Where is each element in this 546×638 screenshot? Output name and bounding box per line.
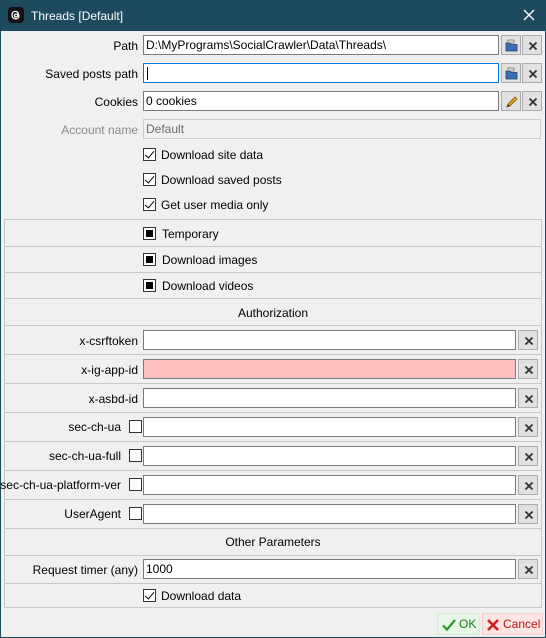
folder-browse-icon [505, 39, 518, 52]
clear-sec-ch-ua-platform-ver-button[interactable] [518, 475, 538, 495]
divider [4, 441, 542, 442]
download-data-checkbox[interactable] [143, 589, 156, 602]
user-agent-checkbox[interactable] [129, 507, 142, 520]
ok-label: OK [459, 617, 477, 631]
clear-sec-ch-ua-full-button[interactable] [518, 446, 538, 466]
clear-user-agent-button[interactable] [518, 504, 538, 524]
divider [4, 470, 542, 471]
clear-sec-ch-ua-button[interactable] [518, 417, 538, 437]
x-csrftoken-label: x-csrftoken [79, 334, 138, 348]
close-icon [524, 452, 534, 462]
clear-cookies-button[interactable] [522, 91, 542, 111]
download-videos-checkbox[interactable] [143, 279, 156, 292]
options-panel [4, 219, 542, 608]
clear-path-button[interactable] [522, 35, 542, 55]
sec-ch-ua-platform-ver-field[interactable] [143, 475, 516, 495]
close-icon [524, 394, 534, 404]
close-icon [528, 41, 538, 51]
text-caret [147, 67, 148, 81]
download-images-label: Download images [162, 253, 258, 267]
divider [4, 583, 542, 584]
pencil-icon [506, 96, 518, 108]
clear-x-ig-app-id-button[interactable] [518, 359, 538, 379]
checkmark-icon [442, 619, 456, 632]
close-icon [524, 365, 534, 375]
divider [4, 325, 542, 326]
close-icon [524, 510, 534, 520]
download-images-checkbox[interactable] [143, 253, 156, 266]
authorization-header: Authorization [237, 306, 309, 320]
path-label: Path [113, 39, 138, 53]
close-icon [524, 481, 534, 491]
window-title: Threads [Default] [31, 9, 124, 23]
threads-logo-icon [8, 7, 24, 23]
download-site-data-label: Download site data [161, 148, 264, 162]
account-name-label: Account name [61, 123, 138, 137]
request-timer-field[interactable]: 1000 [143, 559, 516, 579]
sec-ch-ua-platform-ver-label: sec-ch-ua-platform-ver [0, 478, 121, 492]
other-parameters-header: Other Parameters [225, 535, 321, 549]
cancel-label: Cancel [503, 617, 541, 631]
x-ig-app-id-field[interactable] [143, 359, 516, 379]
cancel-button[interactable]: Cancel [482, 613, 543, 635]
x-csrftoken-field[interactable] [143, 330, 516, 350]
download-videos-label: Download videos [162, 279, 254, 293]
divider [4, 354, 542, 355]
sec-ch-ua-full-label: sec-ch-ua-full [48, 449, 121, 463]
close-icon [528, 97, 538, 107]
sec-ch-ua-field[interactable] [143, 417, 516, 437]
sec-ch-ua-checkbox[interactable] [129, 420, 142, 433]
title-bar: Threads [Default] [0, 0, 546, 31]
clear-saved-posts-button[interactable] [522, 63, 542, 83]
cancel-x-icon [487, 619, 499, 631]
get-user-media-only-label: Get user media only [161, 198, 269, 212]
divider [4, 528, 542, 529]
temporary-checkbox[interactable] [143, 227, 156, 240]
divider [4, 272, 542, 273]
x-asbd-id-label: x-asbd-id [88, 392, 138, 406]
download-saved-posts-label: Download saved posts [161, 173, 282, 187]
account-name-field: Default [143, 119, 541, 139]
sec-ch-ua-full-field[interactable] [143, 446, 516, 466]
download-saved-posts-checkbox[interactable] [143, 173, 156, 186]
clear-x-csrftoken-button[interactable] [518, 330, 538, 350]
edit-cookies-button[interactable] [501, 91, 521, 111]
get-user-media-only-checkbox[interactable] [143, 198, 156, 211]
close-icon [524, 423, 534, 433]
sec-ch-ua-platform-ver-checkbox[interactable] [129, 478, 142, 491]
saved-posts-path-field[interactable] [143, 63, 499, 83]
clear-x-asbd-id-button[interactable] [518, 388, 538, 408]
close-icon [524, 565, 534, 575]
divider [4, 383, 542, 384]
sec-ch-ua-label: sec-ch-ua [68, 420, 121, 434]
divider [4, 412, 542, 413]
divider [4, 246, 542, 247]
cookies-label: Cookies [94, 95, 138, 109]
divider [4, 298, 542, 299]
user-agent-field[interactable] [143, 504, 516, 524]
browse-saved-posts-button[interactable] [501, 63, 521, 83]
path-field[interactable]: D:\MyPrograms\SocialCrawler\Data\Threads… [143, 35, 499, 55]
close-icon [524, 336, 534, 346]
x-asbd-id-field[interactable] [143, 388, 516, 408]
download-data-label: Download data [161, 589, 242, 603]
close-icon [523, 9, 535, 21]
saved-posts-path-label: Saved posts path [45, 67, 138, 81]
folder-browse-icon [505, 67, 518, 80]
ok-button[interactable]: OK [437, 613, 480, 635]
download-site-data-checkbox[interactable] [143, 148, 156, 161]
close-button[interactable] [516, 4, 542, 26]
cookies-field[interactable]: 0 cookies [143, 91, 499, 111]
close-icon [528, 69, 538, 79]
divider [4, 555, 542, 556]
x-ig-app-id-label: x-ig-app-id [81, 363, 138, 377]
browse-path-button[interactable] [501, 35, 521, 55]
divider [4, 499, 542, 500]
sec-ch-ua-full-checkbox[interactable] [129, 449, 142, 462]
request-timer-label: Request timer (any) [32, 563, 138, 577]
user-agent-label: UserAgent [64, 507, 121, 521]
clear-request-timer-button[interactable] [518, 559, 538, 579]
temporary-label: Temporary [162, 227, 219, 241]
